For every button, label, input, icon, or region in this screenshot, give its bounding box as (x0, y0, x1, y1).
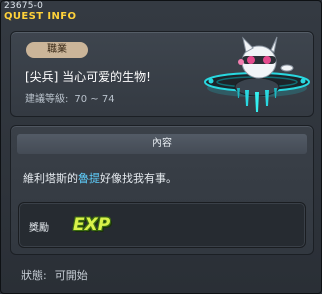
content-panel: 內容 維利塔斯的魯提好像找我有事。 獎勵 EXP (10, 125, 314, 255)
status-value: 可開始 (54, 269, 88, 282)
quest-info-window: 23675-0 QUEST INFO 職業 [尖兵] 当心可爱的生物! 建議等級… (0, 0, 322, 294)
job-tag: 職業 (26, 42, 88, 58)
npc-name-highlight: 魯提 (78, 172, 100, 185)
quest-id: 23675-0 (4, 1, 44, 11)
window-title: QUEST INFO (4, 11, 77, 22)
recommended-level-value: 70 ~ 74 (74, 94, 115, 105)
recommended-level: 建議等級: 70 ~ 74 (25, 90, 115, 105)
reward-label: 獎勵 (29, 223, 49, 234)
description-text-end: 好像找我有事。 (100, 172, 177, 185)
description-text-start: 維利塔斯的 (23, 172, 78, 185)
quest-status: 狀態: 可開始 (21, 267, 88, 283)
quest-description: 維利塔斯的魯提好像找我有事。 (23, 170, 177, 186)
reward-box: 獎勵 EXP (18, 202, 306, 248)
ufo-creature-icon (204, 36, 310, 112)
quest-name: [尖兵] 当心可爱的生物! (25, 70, 151, 84)
status-label: 狀態: (21, 269, 47, 282)
content-header: 內容 (17, 134, 307, 154)
quest-header-panel: 職業 [尖兵] 当心可爱的生物! 建議等級: 70 ~ 74 (10, 31, 314, 117)
exp-icon: EXP (73, 215, 111, 235)
recommended-level-label: 建議等級: (25, 94, 69, 105)
